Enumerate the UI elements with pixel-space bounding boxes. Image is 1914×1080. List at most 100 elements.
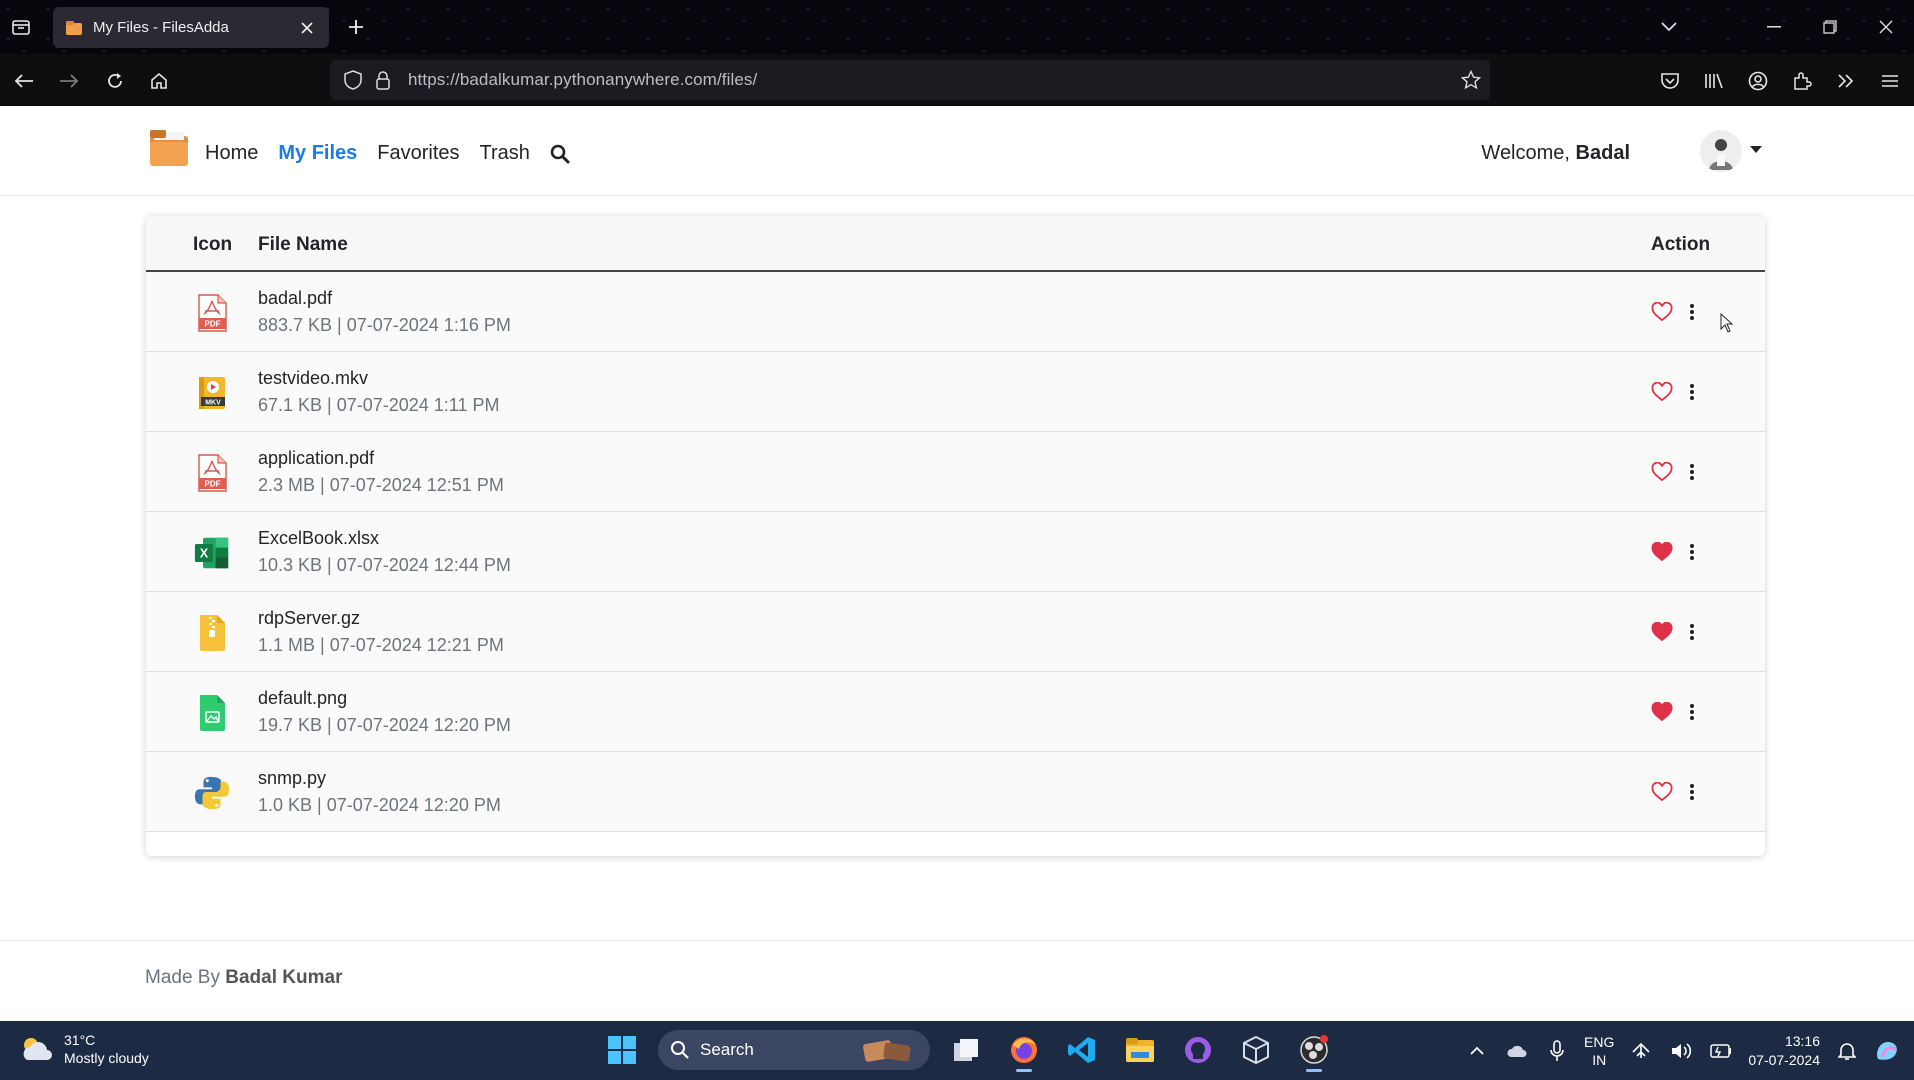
table-row[interactable]: snmp.py 1.0 KB | 07-07-2024 12:20 PM: [146, 752, 1765, 832]
speaker-icon[interactable]: [1668, 1038, 1694, 1064]
hamburger-menu-icon[interactable]: [1876, 67, 1904, 95]
microphone-icon[interactable]: [1544, 1038, 1570, 1064]
more-options-icon[interactable]: [1687, 782, 1697, 802]
nav-home-link[interactable]: Home: [205, 142, 258, 165]
python-file-icon: [194, 772, 230, 814]
library-icon[interactable]: [1700, 67, 1728, 95]
svg-text:MKV: MKV: [205, 400, 221, 407]
file-name[interactable]: default.png: [258, 688, 347, 709]
table-row[interactable]: MKV testvideo.mkv 67.1 KB | 07-07-2024 1…: [146, 352, 1765, 432]
table-row[interactable]: PDF application.pdf 2.3 MB | 07-07-2024 …: [146, 432, 1765, 512]
file-explorer-icon[interactable]: [1118, 1028, 1162, 1072]
url-text[interactable]: https://badalkumar.pythonanywhere.com/fi…: [408, 70, 757, 90]
svg-text:PDF: PDF: [205, 320, 221, 329]
chevron-down-icon[interactable]: [1656, 14, 1682, 40]
more-options-icon[interactable]: [1687, 542, 1697, 562]
address-bar[interactable]: https://badalkumar.pythonanywhere.com/fi…: [330, 60, 1490, 100]
bookmark-star-icon[interactable]: [1460, 69, 1482, 91]
favorite-heart-outline-icon[interactable]: [1651, 462, 1673, 482]
file-name[interactable]: badal.pdf: [258, 288, 332, 309]
file-name[interactable]: testvideo.mkv: [258, 368, 368, 389]
clock[interactable]: 13:16 07-07-2024: [1748, 1032, 1820, 1070]
new-tab-icon[interactable]: [344, 15, 368, 39]
search-icon[interactable]: [550, 143, 572, 165]
reload-icon[interactable]: [101, 67, 129, 95]
footer-author: Badal Kumar: [225, 967, 343, 988]
favorite-heart-filled-icon[interactable]: [1651, 542, 1673, 562]
file-meta: 10.3 KB | 07-07-2024 12:44 PM: [258, 555, 511, 575]
table-row[interactable]: default.png 19.7 KB | 07-07-2024 12:20 P…: [146, 672, 1765, 752]
file-name[interactable]: snmp.py: [258, 768, 326, 789]
col-header-icon: Icon: [193, 234, 233, 255]
taskbar-search[interactable]: Search: [658, 1030, 930, 1070]
nav-my-files-link[interactable]: My Files: [278, 142, 357, 165]
favorite-heart-outline-icon[interactable]: [1651, 782, 1673, 802]
nav-trash-link[interactable]: Trash: [480, 142, 530, 165]
clock-date: 07-07-2024: [1748, 1051, 1820, 1068]
svg-text:X: X: [200, 547, 209, 561]
tab-list-icon[interactable]: [8, 14, 34, 40]
github-desktop-icon[interactable]: [1176, 1028, 1220, 1072]
search-highlight-icon: [863, 1040, 911, 1062]
forward-arrow-icon[interactable]: [55, 67, 83, 95]
battery-icon[interactable]: [1708, 1038, 1734, 1064]
home-icon[interactable]: [145, 67, 173, 95]
nav-favorites-link[interactable]: Favorites: [377, 142, 459, 165]
user-dropdown-caret-icon[interactable]: [1750, 146, 1762, 153]
image-file-icon: [194, 692, 230, 734]
welcome-text: Welcome, Badal: [1481, 142, 1630, 165]
lock-icon[interactable]: [372, 69, 394, 91]
wifi-icon[interactable]: [1628, 1038, 1654, 1064]
svg-text:PDF: PDF: [205, 480, 221, 489]
file-meta: 883.7 KB | 07-07-2024 1:16 PM: [258, 315, 511, 335]
weather-widget[interactable]: 31°C Mostly cloudy: [18, 1031, 149, 1067]
extensions-icon[interactable]: [1788, 67, 1816, 95]
archive-file-icon: [194, 612, 230, 654]
browser-tab-active[interactable]: My Files - FilesAdda: [53, 7, 329, 48]
username: Badal: [1575, 142, 1630, 164]
firefox-icon[interactable]: [1002, 1028, 1046, 1072]
windows-start-icon[interactable]: [600, 1028, 644, 1072]
file-name[interactable]: rdpServer.gz: [258, 608, 360, 629]
more-options-icon[interactable]: [1687, 302, 1697, 322]
overflow-chevrons-icon[interactable]: [1832, 67, 1860, 95]
vscode-icon[interactable]: [1060, 1028, 1104, 1072]
shield-icon[interactable]: [342, 69, 364, 91]
table-row[interactable]: X ExcelBook.xlsx 10.3 KB | 07-07-2024 12…: [146, 512, 1765, 592]
video-file-icon: MKV: [194, 372, 230, 414]
copilot-icon[interactable]: [1874, 1038, 1900, 1064]
file-name[interactable]: application.pdf: [258, 448, 374, 469]
pocket-icon[interactable]: [1656, 67, 1684, 95]
file-meta: 1.1 MB | 07-07-2024 12:21 PM: [258, 635, 504, 655]
favorite-heart-filled-icon[interactable]: [1651, 702, 1673, 722]
tab-title: My Files - FilesAdda: [93, 19, 229, 36]
back-arrow-icon[interactable]: [10, 67, 38, 95]
close-window-icon[interactable]: [1858, 0, 1914, 54]
favorite-heart-outline-icon[interactable]: [1651, 382, 1673, 402]
close-tab-icon[interactable]: [297, 18, 317, 38]
task-view-icon[interactable]: [944, 1028, 988, 1072]
table-row[interactable]: rdpServer.gz 1.1 MB | 07-07-2024 12:21 P…: [146, 592, 1765, 672]
notification-bell-icon[interactable]: [1834, 1038, 1860, 1064]
restore-window-icon[interactable]: [1802, 0, 1858, 54]
chevron-up-icon[interactable]: [1464, 1038, 1490, 1064]
favorite-heart-filled-icon[interactable]: [1651, 622, 1673, 642]
onedrive-cloud-icon[interactable]: [1504, 1038, 1530, 1064]
favorite-heart-outline-icon[interactable]: [1651, 302, 1673, 322]
clock-time: 13:16: [1784, 1032, 1820, 1049]
file-name[interactable]: ExcelBook.xlsx: [258, 528, 379, 549]
more-options-icon[interactable]: [1687, 622, 1697, 642]
table-row[interactable]: PDF badal.pdf 883.7 KB | 07-07-2024 1:16…: [146, 272, 1765, 352]
language-indicator[interactable]: ENG IN: [1584, 1033, 1614, 1069]
virtualbox-icon[interactable]: [1234, 1028, 1278, 1072]
minimize-window-icon[interactable]: [1746, 0, 1802, 54]
more-options-icon[interactable]: [1687, 702, 1697, 722]
avatar[interactable]: [1700, 130, 1742, 172]
main-menu: Home My Files Favorites Trash: [205, 142, 572, 165]
more-options-icon[interactable]: [1687, 462, 1697, 482]
weather-temp: 31°C: [64, 1032, 96, 1048]
folder-logo-icon[interactable]: [148, 128, 190, 168]
more-options-icon[interactable]: [1687, 382, 1697, 402]
account-icon[interactable]: [1744, 67, 1772, 95]
obs-studio-icon[interactable]: [1292, 1028, 1336, 1072]
